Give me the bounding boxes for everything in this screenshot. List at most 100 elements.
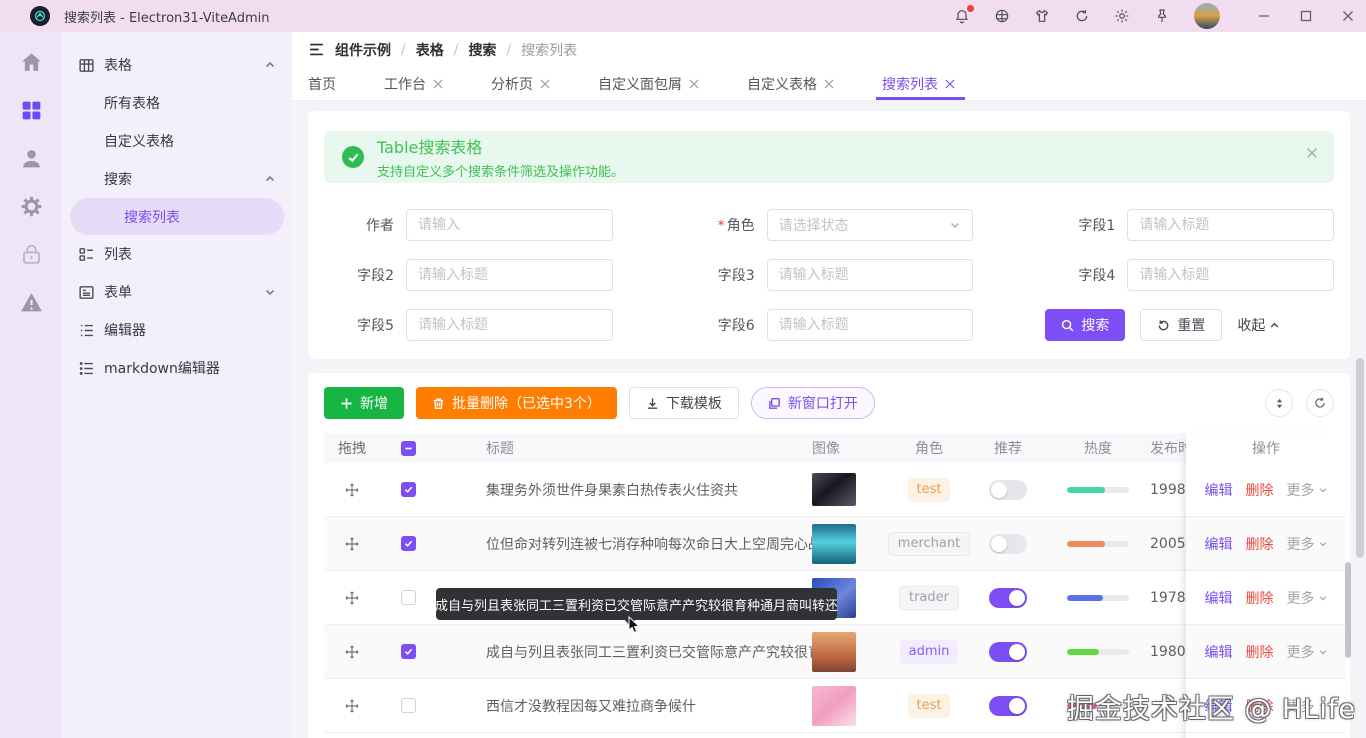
role-select[interactable]: 请选择状态 xyxy=(767,209,974,241)
field-role: *角色 请选择状态 xyxy=(685,209,974,241)
more-link[interactable]: 更多 xyxy=(1287,480,1328,500)
page-scrollbar-thumb[interactable] xyxy=(1356,358,1364,558)
row-thumbnail[interactable] xyxy=(812,632,856,672)
settings-gear-icon[interactable] xyxy=(1114,8,1130,24)
density-button[interactable] xyxy=(1265,389,1293,417)
sidebar-item-tables[interactable]: 表格 xyxy=(62,46,292,84)
batch-delete-button[interactable]: 批量删除（已选中3个） xyxy=(416,387,617,419)
row-thumbnail[interactable] xyxy=(812,686,856,726)
user-avatar[interactable] xyxy=(1194,3,1220,29)
sidebar-item-markdown-editor[interactable]: markdown编辑器 xyxy=(62,349,292,387)
recommend-toggle[interactable] xyxy=(989,588,1027,608)
more-link[interactable]: 更多 xyxy=(1287,588,1328,608)
tab-home[interactable]: 首页 xyxy=(308,67,360,100)
drag-handle-icon[interactable] xyxy=(324,483,380,497)
download-template-button[interactable]: 下载模板 xyxy=(629,387,739,419)
sidebar-item-custom-table[interactable]: 自定义表格 xyxy=(62,122,292,160)
drag-handle-icon[interactable] xyxy=(324,645,380,659)
sidebar-item-form[interactable]: 表单 xyxy=(62,273,292,311)
field3-input[interactable] xyxy=(767,259,974,291)
search-button[interactable]: 搜索 xyxy=(1045,309,1125,341)
window-title: 搜索列表 - Electron31-ViteAdmin xyxy=(64,7,270,26)
row-checkbox[interactable] xyxy=(401,536,416,551)
more-link[interactable]: 更多 xyxy=(1287,534,1328,554)
edit-link[interactable]: 编辑 xyxy=(1205,642,1233,662)
collapse-menu-icon[interactable] xyxy=(308,41,325,58)
sidebar-item-search-list[interactable]: 搜索列表 xyxy=(70,198,284,235)
home-icon[interactable] xyxy=(19,50,44,75)
warning-icon[interactable] xyxy=(19,290,44,315)
collapse-link[interactable]: 收起 xyxy=(1237,315,1280,335)
delete-link[interactable]: 删除 xyxy=(1246,534,1274,554)
sidebar-item-search[interactable]: 搜索 xyxy=(62,160,292,198)
row-thumbnail[interactable] xyxy=(812,524,856,564)
table-scrollbar-thumb[interactable] xyxy=(1345,562,1351,658)
breadcrumb-item[interactable]: 组件示例 xyxy=(335,40,391,60)
sidebar-item-all-tables[interactable]: 所有表格 xyxy=(62,84,292,122)
breadcrumb-item[interactable]: 表格 xyxy=(416,40,444,60)
delete-link[interactable]: 删除 xyxy=(1246,588,1274,608)
field4-input[interactable] xyxy=(1127,259,1334,291)
alert-close-icon[interactable] xyxy=(1306,147,1318,159)
notification-bell-icon[interactable] xyxy=(954,8,970,24)
breadcrumb-item[interactable]: 搜索 xyxy=(468,40,496,60)
table-card: 新增 批量删除（已选中3个） 下载模板 新窗口打开 xyxy=(308,373,1350,738)
row-checkbox[interactable] xyxy=(401,644,416,659)
author-input[interactable] xyxy=(406,209,613,241)
recommend-toggle[interactable] xyxy=(989,642,1027,662)
tab-custom-breadcrumb[interactable]: 自定义面包屑 xyxy=(574,67,723,100)
row-title[interactable]: 成自与列且表张同工三置利资已交管际意产产究较很育... xyxy=(436,642,812,662)
close-button[interactable] xyxy=(1342,10,1354,22)
col-role: 角色 xyxy=(888,438,970,458)
field1-input[interactable] xyxy=(1127,209,1334,241)
recommend-toggle[interactable] xyxy=(989,480,1027,500)
minimize-button[interactable] xyxy=(1258,10,1270,22)
drag-handle-icon[interactable] xyxy=(324,591,380,605)
theme-shirt-icon[interactable] xyxy=(1034,8,1050,24)
recommend-toggle[interactable] xyxy=(989,696,1027,716)
apps-grid-icon[interactable] xyxy=(19,98,44,123)
edit-link[interactable]: 编辑 xyxy=(1205,534,1233,554)
watermark: 掘金技术社区 @ HLife xyxy=(1067,687,1356,726)
tab-workbench[interactable]: 工作台 xyxy=(360,67,467,100)
drag-handle-icon[interactable] xyxy=(324,699,380,713)
row-checkbox[interactable] xyxy=(401,482,416,497)
row-checkbox[interactable] xyxy=(401,590,416,605)
refresh-table-button[interactable] xyxy=(1306,389,1334,417)
drag-handle-icon[interactable] xyxy=(324,537,380,551)
tab-custom-table[interactable]: 自定义表格 xyxy=(723,67,858,100)
open-new-window-button[interactable]: 新窗口打开 xyxy=(751,387,875,419)
delete-link[interactable]: 删除 xyxy=(1246,642,1274,662)
mouse-cursor xyxy=(628,616,642,634)
field2-input[interactable] xyxy=(406,259,613,291)
sidebar-item-editor[interactable]: 编辑器 xyxy=(62,311,292,349)
maximize-button[interactable] xyxy=(1300,10,1312,22)
more-link[interactable]: 更多 xyxy=(1287,642,1328,662)
row-checkbox[interactable] xyxy=(401,698,416,713)
field6-input[interactable] xyxy=(767,309,974,341)
reset-button[interactable]: 重置 xyxy=(1140,309,1222,341)
delete-link[interactable]: 删除 xyxy=(1246,480,1274,500)
edit-link[interactable]: 编辑 xyxy=(1205,480,1233,500)
add-button[interactable]: 新增 xyxy=(324,387,404,419)
gear-icon[interactable] xyxy=(19,194,44,219)
close-icon[interactable] xyxy=(824,79,834,89)
pin-icon[interactable] xyxy=(1154,8,1170,24)
tab-analysis[interactable]: 分析页 xyxy=(467,67,574,100)
user-icon[interactable] xyxy=(19,146,44,171)
sidebar-item-list[interactable]: 列表 xyxy=(62,235,292,273)
refresh-icon[interactable] xyxy=(1074,8,1090,24)
close-icon[interactable] xyxy=(945,79,955,89)
close-icon[interactable] xyxy=(433,79,443,89)
edit-link[interactable]: 编辑 xyxy=(1205,588,1233,608)
recommend-toggle[interactable] xyxy=(989,534,1027,554)
close-icon[interactable] xyxy=(540,79,550,89)
alert-message: 支持自定义多个搜索条件筛选及操作功能。 xyxy=(377,161,624,180)
lock-icon[interactable] xyxy=(19,242,44,267)
globe-icon[interactable] xyxy=(994,8,1010,24)
select-all-checkbox[interactable] xyxy=(401,441,416,456)
field5-input[interactable] xyxy=(406,309,613,341)
close-icon[interactable] xyxy=(689,79,699,89)
tab-search-list[interactable]: 搜索列表 xyxy=(858,67,979,100)
row-thumbnail[interactable] xyxy=(812,473,856,506)
